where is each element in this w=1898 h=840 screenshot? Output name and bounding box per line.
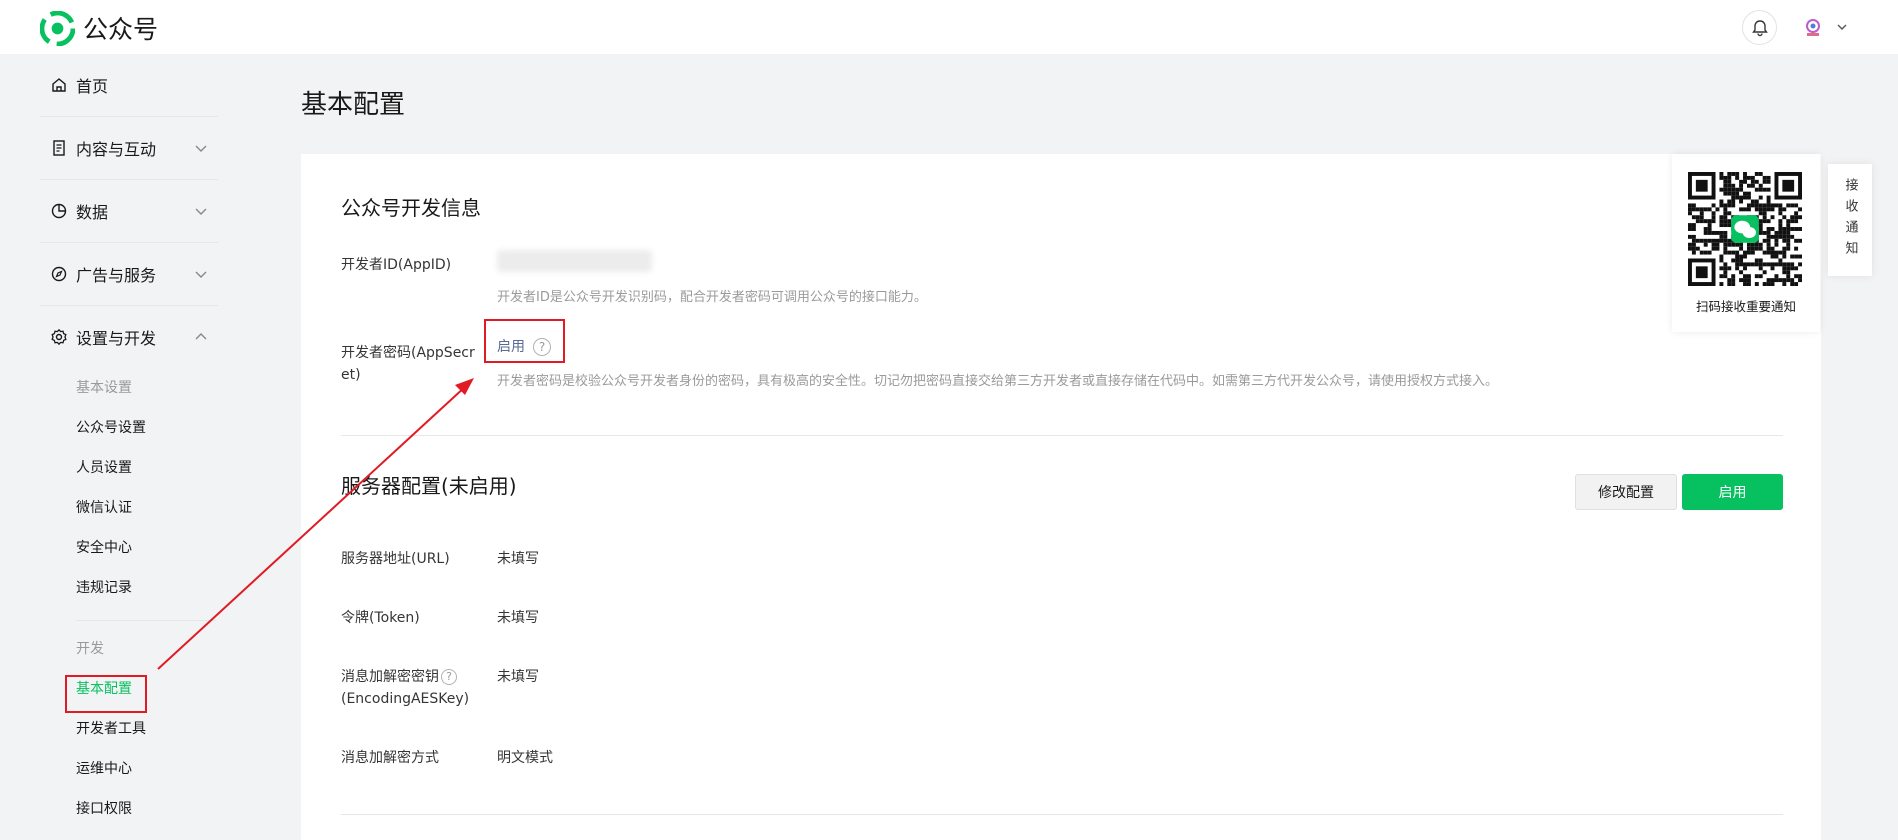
pie-chart-icon: [50, 202, 68, 220]
chevron-down-icon[interactable]: [1834, 19, 1850, 35]
avatar-icon: [1805, 18, 1820, 36]
question-icon[interactable]: ?: [533, 338, 551, 356]
enable-secret-link[interactable]: 启用: [497, 339, 525, 355]
sidebar-item-verification[interactable]: 微信认证: [40, 488, 218, 528]
aeskey-label-line1: 消息加解密密钥: [341, 669, 439, 685]
modify-config-button[interactable]: 修改配置: [1575, 474, 1677, 510]
logo-icon: [40, 10, 75, 46]
chevron-down-icon: [195, 271, 207, 278]
sidebar: 首页 内容与互动 数据 广告与服务 设置与开发 基本设置 公众号设置 人员设置 …: [40, 54, 218, 840]
logo[interactable]: 公众号: [40, 10, 158, 46]
submenu-group-title: 开发: [76, 641, 104, 657]
divider: [341, 814, 1783, 815]
question-icon[interactable]: ?: [441, 669, 457, 685]
sidebar-item-account-settings[interactable]: 公众号设置: [40, 408, 218, 448]
token-label: 令牌(Token): [341, 610, 420, 626]
qr-code-icon: [1688, 172, 1802, 286]
sidebar-item-settings[interactable]: 设置与开发: [40, 306, 218, 368]
appid-value-blurred: [497, 250, 652, 272]
sidebar-item-basic-config[interactable]: 基本配置: [40, 669, 218, 709]
appsecret-action: 启用?: [497, 336, 551, 358]
avatar[interactable]: [1800, 15, 1825, 40]
sidebar-item-data[interactable]: 数据: [40, 180, 218, 242]
sidebar-item-label: 数据: [76, 203, 109, 222]
sidebar-item-security-center[interactable]: 安全中心: [40, 528, 218, 568]
sidebar-item-label: 首页: [76, 77, 109, 96]
section-title-dev-info: 公众号开发信息: [341, 196, 481, 220]
divider: [76, 620, 216, 621]
appid-hint: 开发者ID是公众号开发识别码，配合开发者密码可调用公众号的接口能力。: [497, 290, 927, 305]
bell-icon: [1751, 19, 1768, 36]
compass-icon: [50, 265, 68, 283]
section-title-server-config: 服务器配置(未启用): [341, 474, 517, 498]
encryption-mode-value: 明文模式: [497, 750, 553, 766]
sidebar-item-ops-center[interactable]: 运维中心: [40, 749, 218, 789]
sidebar-item-staff-settings[interactable]: 人员设置: [40, 448, 218, 488]
document-icon: [50, 139, 68, 157]
encryption-mode-label: 消息加解密方式: [341, 750, 439, 766]
aeskey-value: 未填写: [497, 669, 539, 685]
home-icon: [50, 76, 68, 94]
aeskey-label-line2: (EncodingAESKey): [341, 691, 470, 707]
sidebar-item-label: 内容与互动: [76, 140, 157, 159]
sidebar-item-api-permissions[interactable]: 接口权限: [40, 789, 218, 829]
notification-bell[interactable]: [1742, 10, 1777, 45]
divider: [341, 435, 1783, 436]
sidebar-item-developer-tools[interactable]: 开发者工具: [40, 709, 218, 749]
token-value: 未填写: [497, 610, 539, 626]
main-card: 公众号开发信息 开发者ID(AppID) 开发者ID是公众号开发识别码，配合开发…: [301, 154, 1821, 840]
appsecret-label: 开发者密码(AppSecret): [341, 345, 475, 383]
top-bar: 公众号: [0, 0, 1898, 54]
chevron-up-icon: [195, 333, 207, 340]
enable-server-button[interactable]: 启用: [1682, 474, 1783, 510]
app-name: 公众号: [83, 15, 159, 44]
receive-notification-tab[interactable]: 接收通知: [1828, 164, 1872, 276]
sidebar-item-content[interactable]: 内容与互动: [40, 117, 218, 179]
server-url-value: 未填写: [497, 551, 539, 567]
sidebar-item-label: 设置与开发: [76, 329, 157, 348]
page-title: 基本配置: [301, 90, 406, 120]
aeskey-label: 消息加解密密钥? (EncodingAESKey): [341, 666, 491, 710]
server-url-label: 服务器地址(URL): [341, 551, 450, 567]
appid-label: 开发者ID(AppID): [341, 257, 452, 273]
submenu-group-title: 基本设置: [76, 380, 132, 396]
sidebar-item-home[interactable]: 首页: [40, 54, 218, 116]
qr-caption: 扫码接收重要通知: [1695, 299, 1796, 314]
gear-icon: [50, 328, 68, 346]
sidebar-item-label: 广告与服务: [76, 266, 157, 285]
appsecret-hint: 开发者密码是校验公众号开发者身份的密码，具有极高的安全性。切记勿把密码直接交给第…: [497, 374, 1499, 389]
chevron-down-icon: [195, 145, 207, 152]
qr-notification-panel: 扫码接收重要通知: [1672, 154, 1820, 332]
chevron-down-icon: [195, 208, 207, 215]
sidebar-item-ads[interactable]: 广告与服务: [40, 243, 218, 305]
sidebar-item-violations[interactable]: 违规记录: [40, 568, 218, 608]
